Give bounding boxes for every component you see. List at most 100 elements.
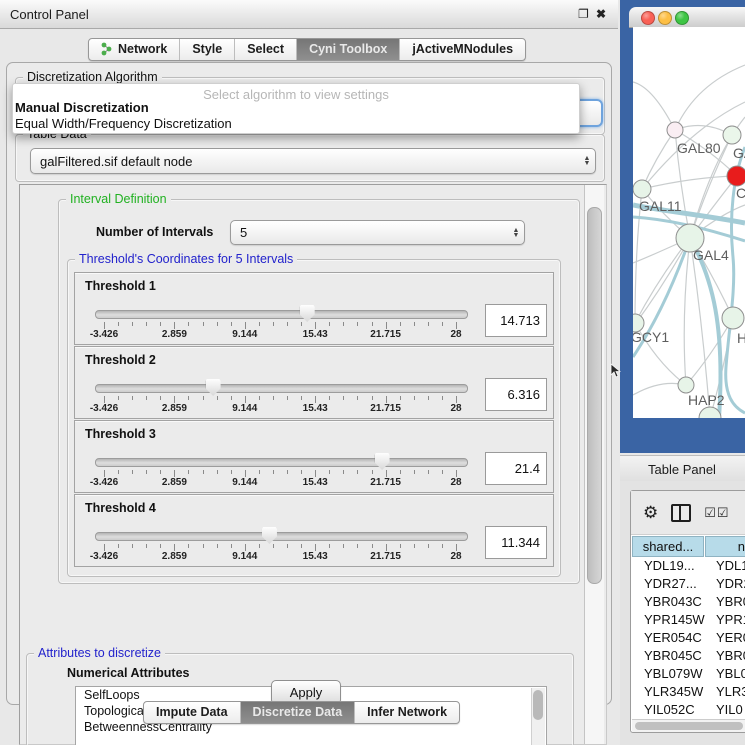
select-columns-checkboxes-icon[interactable]: ☑☑ (704, 505, 729, 521)
column-header-2[interactable]: na (705, 536, 745, 557)
tab-style[interactable]: Style (179, 39, 234, 60)
slider-track[interactable] (95, 384, 468, 393)
slider-track[interactable] (95, 532, 468, 541)
tab-label: Cyni Toolbox (309, 42, 387, 56)
slider-tick (245, 470, 246, 477)
slider-tick (301, 544, 302, 548)
bottom-tab-discretize-data[interactable]: Discretize Data (240, 702, 355, 723)
table-row[interactable]: YBL079WYBL0 (631, 665, 745, 683)
network-edge[interactable] (684, 238, 690, 385)
table-row[interactable]: YIL052CYIL0 (631, 701, 745, 719)
cell-name: YLR3 (716, 683, 745, 701)
slider-tick (146, 470, 147, 474)
table-hscrollbar-thumb[interactable] (635, 722, 743, 730)
slider-tick (357, 544, 358, 548)
network-node-c[interactable] (727, 166, 745, 186)
tab-network[interactable]: Network (89, 39, 179, 60)
network-node-h[interactable] (722, 307, 744, 329)
table-row[interactable]: YBR043CYBR0 (631, 593, 745, 611)
tab-select[interactable]: Select (234, 39, 296, 60)
list-scrollbar[interactable] (531, 688, 545, 745)
slider-tick (231, 396, 232, 400)
slider-tick (203, 470, 204, 474)
slider-tick-label: 21.715 (370, 477, 401, 488)
slider-tick (259, 322, 260, 326)
table-horizontal-scrollbar[interactable] (632, 719, 745, 732)
minimize-traffic-light[interactable] (658, 11, 672, 25)
zoom-traffic-light[interactable] (675, 11, 689, 25)
threshold-value-field[interactable]: 21.4 (485, 452, 547, 485)
slider-tick (231, 470, 232, 474)
threshold-value-field[interactable]: 6.316 (485, 378, 547, 411)
slider-tick-label: 28 (450, 551, 461, 562)
slider-track[interactable] (95, 310, 468, 319)
column-header-1[interactable]: shared... (632, 536, 704, 557)
viewport-scrollbar[interactable] (584, 185, 604, 744)
tab-cyni-toolbox[interactable]: Cyni Toolbox (296, 39, 399, 60)
network-node-ga[interactable] (723, 126, 741, 144)
table-row[interactable]: YDR27...YDR2 (631, 575, 745, 593)
split-columns-icon[interactable] (671, 504, 691, 522)
node-label-h: H (737, 330, 745, 346)
table-data-combo-value: galFiltered.sif default node (31, 154, 579, 169)
threshold-value-field[interactable]: 11.344 (485, 526, 547, 559)
close-traffic-light[interactable] (641, 11, 655, 25)
float-window-icon[interactable]: ❐ (578, 8, 589, 20)
network-window-titlebar[interactable] (629, 7, 745, 28)
network-canvas[interactable]: GAL80GACGAL11GAL4GCY1HHAP2 (633, 27, 745, 418)
slider-track[interactable] (95, 458, 468, 467)
network-node-gal80[interactable] (667, 122, 683, 138)
slider-tick (329, 544, 330, 548)
slider-tick (273, 396, 274, 400)
slider-tick (414, 322, 415, 326)
network-edge[interactable] (633, 82, 675, 130)
cell-name: YDL1 (716, 557, 745, 575)
tab-label: Infer Network (367, 705, 447, 719)
close-icon[interactable]: ✖ (596, 8, 606, 20)
network-node-gal11[interactable] (633, 180, 651, 198)
slider-handle[interactable] (206, 379, 221, 396)
bottom-tab-infer-network[interactable]: Infer Network (354, 702, 459, 723)
popup-item-equal-width-frequency-discretization[interactable]: Equal Width/Frequency Discretization (15, 116, 232, 131)
slider-handle[interactable] (375, 453, 390, 470)
network-node-hap2[interactable] (678, 377, 694, 393)
slider-tick-label: 15.43 (303, 403, 328, 414)
bottom-tab-bar: Impute Data Discretize Data Infer Network (143, 701, 460, 724)
tab-label: Discretize Data (253, 705, 343, 719)
threshold-value-field[interactable]: 14.713 (485, 304, 547, 337)
numerical-attributes-heading: Numerical Attributes (67, 666, 189, 680)
table-row[interactable]: YLR345WYLR3 (631, 683, 745, 701)
slider-tick-label: 28 (450, 403, 461, 414)
popup-item-manual-discretization[interactable]: Manual Discretization (15, 100, 149, 115)
viewport-scrollbar-thumb[interactable] (587, 207, 602, 584)
tab-label: jActiveMNodules (412, 42, 513, 56)
tab-jactivemnodules[interactable]: jActiveMNodules (399, 39, 525, 60)
gear-icon[interactable]: ⚙ (643, 503, 658, 523)
number-of-intervals-combo[interactable]: 5 ▲▼ (230, 220, 525, 245)
network-edge[interactable] (642, 130, 675, 189)
slider-handle[interactable] (262, 527, 277, 544)
table-row[interactable]: YBR045CYBR0 (631, 647, 745, 665)
table-row[interactable]: YPR145WYPR1 (631, 611, 745, 629)
slider-tick-label: 15.43 (303, 329, 328, 340)
slider-tick (329, 322, 330, 326)
table-data-combo[interactable]: galFiltered.sif default node ▲▼ (30, 148, 596, 174)
slider-tick (414, 396, 415, 400)
table-row[interactable]: YDL19...YDL1 (631, 557, 745, 575)
table-row[interactable]: YER054CYER0 (631, 629, 745, 647)
slider-tick-label: 9.144 (232, 329, 257, 340)
cyni-toolbox-panel: Discretization Algorithm Table Data galF… (6, 62, 612, 705)
number-of-intervals-label: Number of Intervals (96, 225, 213, 239)
slider-handle[interactable] (300, 305, 315, 322)
screen: Control Panel ❐ ✖ NetworkStyleSelectCyni… (0, 0, 745, 745)
bottom-tab-impute-data[interactable]: Impute Data (144, 702, 240, 723)
slider-tick (456, 470, 457, 477)
network-edge[interactable] (690, 238, 710, 418)
threshold-box-2: Threshold 2-3.4262.8599.14415.4321.71528… (74, 346, 554, 419)
slider-tick (118, 544, 119, 548)
slider-tick (160, 396, 161, 400)
slider-tick-label: -3.426 (90, 551, 118, 562)
network-edge[interactable] (642, 176, 737, 189)
slider-tick (400, 470, 401, 474)
network-edge[interactable] (675, 65, 745, 130)
